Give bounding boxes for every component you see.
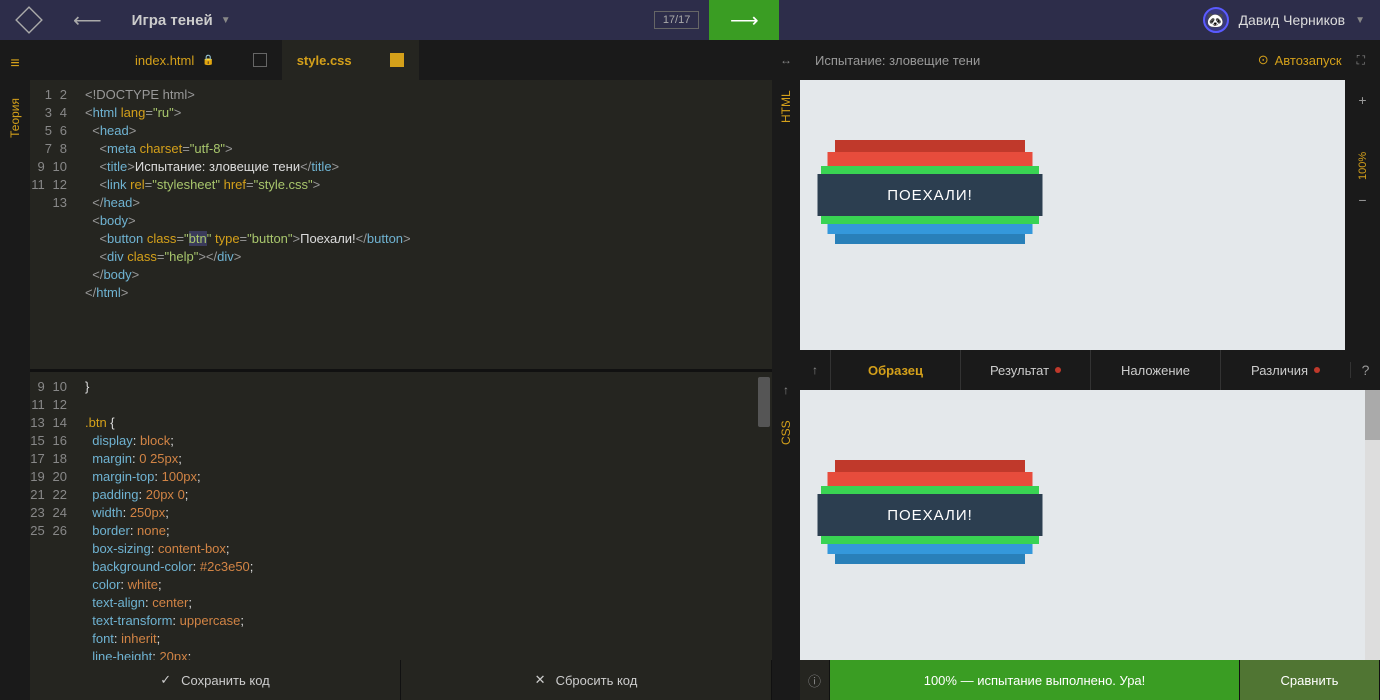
css-code[interactable]: } .btn { display: block; margin: 0 25px;… (75, 372, 772, 661)
compare-button[interactable]: Сравнить (1240, 660, 1380, 700)
editor-footer: ✓Сохранить код ✕Сбросить код (30, 660, 772, 700)
html-code[interactable]: <!DOCTYPE html> <html lang="ru"> <head> … (75, 80, 772, 369)
zoom-level: 100% (1357, 120, 1369, 180)
compare-canvas: ПОЕХАЛИ! (800, 390, 1365, 660)
tab-result[interactable]: Результат (960, 350, 1090, 390)
username[interactable]: Давид Черников (1239, 12, 1346, 28)
preview-tools: + 100% − (1345, 80, 1380, 350)
preview-title: Испытание: зловещие тени (815, 53, 1243, 68)
tab-sample[interactable]: Образец (830, 350, 960, 390)
check-icon: ✓ (160, 672, 171, 688)
save-button[interactable]: ✓Сохранить код (30, 660, 401, 700)
scrollbar[interactable] (1365, 390, 1380, 660)
back-arrow-icon[interactable]: ⟵ (73, 8, 102, 33)
dot-icon (1055, 367, 1061, 373)
dot-icon (1314, 367, 1320, 373)
menu-icon[interactable]: ≡ (10, 55, 19, 73)
lesson-title[interactable]: Игра теней (132, 12, 213, 29)
tab-indicator-icon (253, 53, 267, 67)
help-icon[interactable]: ? (1350, 362, 1380, 378)
lock-icon: 🔒 (202, 55, 214, 66)
avatar-icon[interactable]: 🐼 (1203, 7, 1229, 33)
css-editor[interactable]: 9 10 11 12 13 14 15 16 17 18 19 20 21 22… (30, 372, 772, 661)
close-icon: ✕ (535, 672, 546, 688)
preview-pane: Испытание: зловещие тени ⊙Автозапуск ⛶ П… (800, 40, 1380, 700)
status-message: 100% — испытание выполнено. Ура! (830, 660, 1240, 700)
up-arrow-icon[interactable]: ↑ (800, 363, 830, 377)
compare-tabs: ↑ Образец Результат Наложение Различия ? (800, 350, 1380, 390)
topbar: ⟵ Игра теней ▼ 17/17 ⟶ 🐼 Давид Черников … (0, 0, 1380, 40)
tab-indicator-icon (390, 53, 404, 67)
play-icon: ⊙ (1258, 52, 1269, 68)
line-gutter: 1 2 3 4 5 6 7 8 9 10 11 12 13 (30, 80, 75, 369)
autorun-toggle[interactable]: ⊙Автозапуск (1258, 52, 1342, 68)
line-gutter: 9 10 11 12 13 14 15 16 17 18 19 20 21 22… (30, 372, 75, 661)
chevron-down-icon[interactable]: ▼ (221, 15, 231, 26)
fullscreen-icon[interactable]: ⛶ (1357, 53, 1365, 68)
editor-tabs: index.html 🔒 style.css (30, 40, 772, 80)
tab-diff[interactable]: Различия (1220, 350, 1350, 390)
zoom-out-button[interactable]: − (1358, 180, 1366, 220)
progress-counter: 17/17 (654, 11, 700, 29)
user-chevron-down-icon[interactable]: ▼ (1355, 15, 1365, 26)
up-arrow-icon[interactable]: ↑ (772, 370, 800, 410)
theory-label[interactable]: Теория (8, 98, 22, 138)
preview-header: Испытание: зловещие тени ⊙Автозапуск ⛶ (800, 40, 1380, 80)
html-label: HTML (772, 80, 800, 370)
reset-button[interactable]: ✕Сбросить код (401, 660, 772, 700)
editors-pane: index.html 🔒 style.css 1 2 3 4 5 6 7 8 9… (30, 40, 772, 700)
preview-canvas: ПОЕХАЛИ! (800, 80, 1345, 350)
css-label: CSS (772, 410, 800, 700)
logo-icon (15, 6, 43, 34)
resize-column: ↔ HTML ↑ CSS (772, 40, 800, 700)
zoom-in-button[interactable]: + (1358, 80, 1366, 120)
result-footer: ⓘ 100% — испытание выполнено. Ура! Сравн… (800, 660, 1380, 700)
scrollbar[interactable] (758, 377, 770, 427)
info-icon[interactable]: ⓘ (800, 660, 830, 700)
tab-overlay[interactable]: Наложение (1090, 350, 1220, 390)
tab-index-html[interactable]: index.html 🔒 (120, 40, 282, 80)
sidebar: ≡ Теория (0, 40, 30, 700)
next-arrow-button[interactable]: ⟶ (709, 0, 779, 40)
tab-style-css[interactable]: style.css (282, 40, 419, 80)
html-editor[interactable]: 1 2 3 4 5 6 7 8 9 10 11 12 13 <!DOCTYPE … (30, 80, 772, 369)
resize-handle-icon[interactable]: ↔ (772, 40, 800, 80)
